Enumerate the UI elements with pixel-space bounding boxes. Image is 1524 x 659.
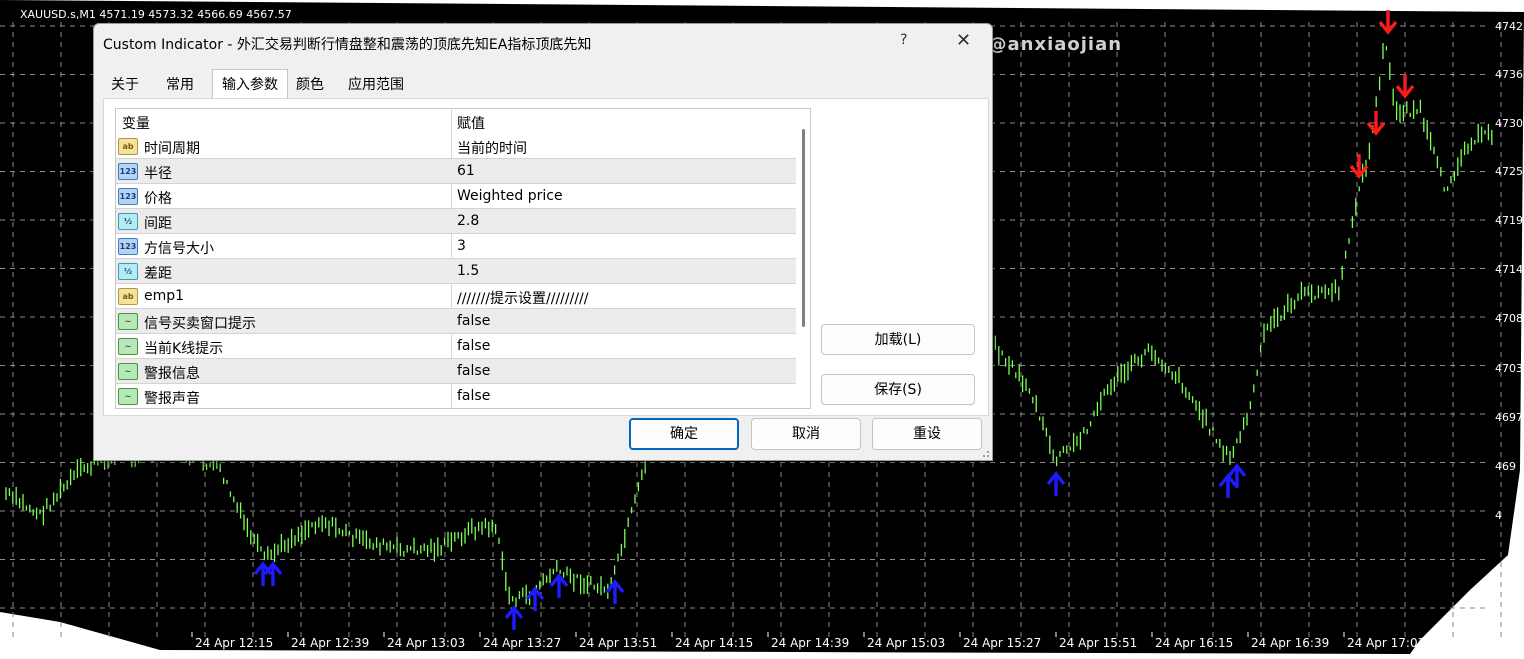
parameter-value[interactable]: false [457,313,490,329]
bool-type-icon: ~ [118,363,138,380]
time-tick-label: 24 Apr 13:03 [387,636,465,650]
ok-button[interactable]: 确定 [629,418,739,450]
scrollbar-thumb[interactable] [802,129,805,327]
dialog-title: Custom Indicator - 外汇交易判断行情盘整和震荡的顶底先知EA指… [103,37,592,53]
custom-indicator-dialog: Custom Indicator - 外汇交易判断行情盘整和震荡的顶底先知EA指… [93,23,993,461]
chart-symbol-line: XAUUSD.s,M1 4571.19 4573.32 4566.69 4567… [20,8,292,21]
price-tick-label: 4736 [1495,68,1523,81]
close-icon[interactable]: ✕ [956,30,971,51]
table-row[interactable]: 123 半径 61 [116,159,796,184]
price-tick-label: 4725 [1495,165,1523,178]
parameter-name: 当前K线提示 [144,341,224,357]
parameter-name: 半径 [144,166,172,182]
tab-common[interactable]: 常用 [158,72,202,98]
price-tick-label: 4714 [1495,263,1523,276]
bool-type-icon: ~ [118,388,138,405]
save-button[interactable]: 保存(S) [821,374,975,405]
parameter-name: 差距 [144,266,172,282]
time-tick-label: 24 Apr 15:27 [963,636,1041,650]
dialog-titlebar[interactable]: Custom Indicator - 外汇交易判断行情盘整和震荡的顶底先知EA指… [94,24,992,60]
parameter-name: 价格 [144,191,172,207]
resize-grip-icon[interactable] [980,448,990,458]
parameter-value[interactable]: false [457,388,490,404]
time-tick-label: 24 Apr 14:15 [675,636,753,650]
load-button[interactable]: 加载(L) [821,324,975,355]
parameter-name: 时间周期 [144,141,200,157]
tab-visualization[interactable]: 应用范围 [340,72,412,98]
time-tick-label: 24 Apr 16:39 [1251,636,1329,650]
parameter-value[interactable]: false [457,338,490,354]
table-row[interactable]: ½ 间距 2.8 [116,209,796,234]
help-icon[interactable]: ? [900,32,907,48]
price-tick-label: 4719 [1495,214,1523,227]
price-tick-label: 4 [1495,509,1502,522]
tab-colors[interactable]: 颜色 [288,72,332,98]
table-row[interactable]: ~ 警报信息 false [116,359,796,384]
time-tick-label: 24 Apr 15:51 [1059,636,1137,650]
time-tick-label: 24 Apr 15:03 [867,636,945,650]
price-tick-label: 4730 [1495,117,1523,130]
parameter-name: 方信号大小 [144,241,214,257]
price-tick-label: 4697 [1495,411,1523,424]
table-row[interactable]: ½ 差距 1.5 [116,259,796,284]
string-type-icon: ab [118,138,138,155]
bool-type-icon: ~ [118,313,138,330]
time-tick-label: 24 Apr 13:27 [483,636,561,650]
parameter-value[interactable]: 2.8 [457,213,479,229]
parameter-name: 警报信息 [144,366,200,382]
price-tick-label: 469 [1495,460,1516,473]
table-row[interactable]: ab emp1 ///////提示设置///////// [116,284,796,309]
tab-inputs[interactable]: 输入参数 [212,69,288,99]
table-row[interactable]: ~ 警报声音 false [116,384,796,408]
table-row[interactable]: ~ 当前K线提示 false [116,334,796,359]
table-row[interactable]: 123 方信号大小 3 [116,234,796,259]
parameter-name: 信号买卖窗口提示 [144,316,256,332]
parameter-value[interactable]: 1.5 [457,263,479,279]
string-type-icon: ab [118,288,138,305]
parameter-rows: ab 时间周期 当前的时间 123 半径 61 123 价格 Weighted … [116,134,796,408]
table-row[interactable]: ~ 信号买卖窗口提示 false [116,309,796,334]
time-tick-label: 24 Apr 16:15 [1155,636,1233,650]
time-tick-label: 24 Apr 12:15 [195,636,273,650]
bool-type-icon: ~ [118,338,138,355]
integer-type-icon: 123 [118,163,138,180]
integer-type-icon: 123 [118,238,138,255]
time-tick-label: 24 Apr 17:03 [1347,636,1425,650]
grid-header: 变量 赋值 [116,109,796,134]
parameter-value[interactable]: 3 [457,238,466,254]
parameter-value[interactable]: 当前的时间 [457,138,527,158]
time-tick-label: 24 Apr 14:39 [771,636,849,650]
cancel-button[interactable]: 取消 [751,418,861,450]
price-tick-label: 4703 [1495,362,1523,375]
price-tick-label: 4742 [1495,20,1523,33]
column-header-variable[interactable]: 变量 [122,113,150,133]
parameter-value[interactable]: Weighted price [457,188,563,204]
table-row[interactable]: 123 价格 Weighted price [116,184,796,209]
double-type-icon: ½ [118,213,138,230]
parameter-name: 间距 [144,216,172,232]
grid-scrollbar[interactable] [796,109,810,408]
double-type-icon: ½ [118,263,138,280]
table-row[interactable]: ab 时间周期 当前的时间 [116,134,796,159]
time-tick-label: 24 Apr 13:51 [579,636,657,650]
reset-button[interactable]: 重设 [872,418,982,450]
parameter-name: emp1 [144,288,185,304]
parameter-value[interactable]: ///////提示设置///////// [457,288,588,308]
time-tick-label: 24 Apr 12:39 [291,636,369,650]
price-tick-label: 4708 [1495,312,1523,325]
inputs-panel: 变量 赋值 ab 时间周期 当前的时间 123 半径 61 123 价格 Wei… [103,98,989,416]
parameter-value[interactable]: false [457,363,490,379]
parameter-name: 警报声音 [144,391,200,407]
tab-about[interactable]: 关于 [102,72,148,98]
parameter-value[interactable]: 61 [457,163,475,179]
column-header-value[interactable]: 赋值 [457,113,485,133]
integer-type-icon: 123 [118,188,138,205]
input-parameters-grid: 变量 赋值 ab 时间周期 当前的时间 123 半径 61 123 价格 Wei… [115,108,811,409]
